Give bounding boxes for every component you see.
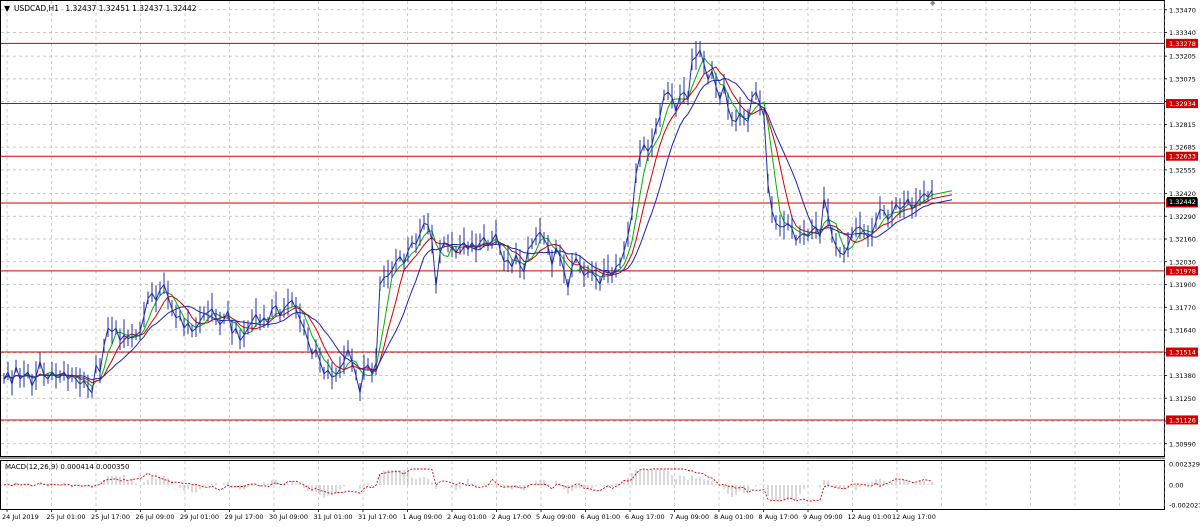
x-tick-label: 12 Aug 17:00 (892, 513, 936, 521)
x-tick-label: 31 Jul 01:00 (314, 513, 353, 521)
dropdown-arrow-icon[interactable]: ▼ (4, 4, 11, 13)
chart-root: 1.334701.333401.332051.330751.329451.328… (0, 0, 1200, 523)
ma-fast-line (3, 56, 953, 388)
y-tick-label: 1.32815 (1169, 121, 1196, 129)
y-tick-label: 1.32555 (1169, 166, 1196, 174)
symbol-label: USDCAD,H1 (14, 4, 59, 13)
ohlc-header: 1.32437 1.32451 1.32437 1.32442 (65, 4, 196, 13)
x-tick-label: 1 Aug 09:00 (403, 513, 443, 521)
macd-indicator (3, 468, 933, 502)
y-tick-label: 1.33340 (1169, 29, 1196, 37)
y-tick-label: 1.33205 (1169, 53, 1196, 61)
indicator-panel-frame (0, 460, 1165, 510)
x-tick-label: 25 Jul 17:00 (91, 513, 130, 521)
price-axis: 1.334701.333401.332051.330751.329451.328… (1164, 6, 1196, 448)
x-tick-label: 12 Aug 01:00 (848, 513, 892, 521)
x-tick-label: 6 Aug 17:00 (625, 513, 665, 521)
y-tick-label: 1.31770 (1169, 304, 1196, 312)
x-tick-label: 26 Jul 09:00 (136, 513, 175, 521)
grid (1, 1, 1165, 509)
moving-averages (3, 56, 953, 388)
level-label: 1.32633 (1169, 153, 1196, 161)
y-tick-label: 1.32420 (1169, 190, 1196, 198)
y-tick-label: 1.31250 (1169, 395, 1196, 403)
y-tick-label: 1.31640 (1169, 327, 1196, 335)
y-tick-label: 1.32685 (1169, 144, 1196, 152)
y-tick-label: 1.33470 (1169, 6, 1196, 14)
x-tick-label: 2 Aug 01:00 (447, 513, 487, 521)
level-label: 1.32934 (1169, 100, 1196, 108)
last-price-tag: 1.32442 (1169, 198, 1196, 206)
x-tick-label: 24 Jul 2019 (2, 513, 39, 521)
y-tick-label: 1.32160 (1169, 236, 1196, 244)
macd-axis: 0.002329 0.00 -0.002027 (1169, 461, 1200, 510)
macd-label: MACD(12,26,9) 0.000414 0.000350 (5, 463, 129, 471)
horizontal-levels (1, 42, 1164, 421)
y-tick-label: 1.33075 (1169, 75, 1196, 83)
macd-tick-label: 0.00 (1169, 482, 1183, 490)
y-tick-label: 1.31900 (1169, 281, 1196, 289)
y-tick-label: 1.32030 (1169, 258, 1196, 266)
macd-tick-label: 0.002329 (1169, 461, 1200, 469)
chart-shift-marker-icon[interactable]: ◆ (930, 0, 936, 7)
x-tick-label: 8 Aug 01:00 (714, 513, 754, 521)
level-label: 1.31514 (1169, 349, 1196, 357)
y-tick-label: 1.32290 (1169, 213, 1196, 221)
level-price-labels: 1.332781.329341.326331.323661.319781.315… (1166, 38, 1198, 425)
x-tick-label: 29 Jul 17:00 (225, 513, 264, 521)
y-tick-label: 1.30990 (1169, 440, 1196, 448)
x-tick-label: 25 Jul 01:00 (47, 513, 86, 521)
level-label: 1.31126 (1169, 416, 1196, 424)
ma-slow-line (3, 77, 953, 381)
main-panel-frame (0, 0, 1165, 457)
x-tick-label: 9 Aug 09:00 (803, 513, 843, 521)
price-series (3, 41, 933, 401)
x-tick-label: 8 Aug 17:00 (759, 513, 799, 521)
level-label: 1.33278 (1169, 40, 1196, 48)
x-tick-label: 5 Aug 09:00 (536, 513, 576, 521)
x-tick-label: 30 Jul 09:00 (269, 513, 308, 521)
x-tick-label: 7 Aug 09:00 (670, 513, 710, 521)
price-line (3, 48, 933, 395)
x-tick-label: 29 Jul 01:00 (180, 513, 219, 521)
time-axis: 24 Jul 2019 25 Jul 01:00 25 Jul 17:00 26 Ju… (2, 509, 936, 521)
svg-text:USDCAD,H1 1.32437 1.3245: USDCAD,H1 1.32437 1.32451 1.32437 1.3244… (14, 4, 197, 13)
ma-mid-line (3, 66, 953, 384)
x-tick-label: 2 Aug 17:00 (492, 513, 532, 521)
y-tick-label: 1.31380 (1169, 372, 1196, 380)
x-tick-label: 31 Jul 17:00 (358, 513, 397, 521)
macd-tick-label: -0.002027 (1169, 502, 1200, 510)
price-chart[interactable]: 1.334701.333401.332051.330751.329451.328… (0, 0, 1200, 523)
x-tick-label: 6 Aug 01:00 (581, 513, 621, 521)
level-label: 1.31978 (1169, 267, 1196, 275)
